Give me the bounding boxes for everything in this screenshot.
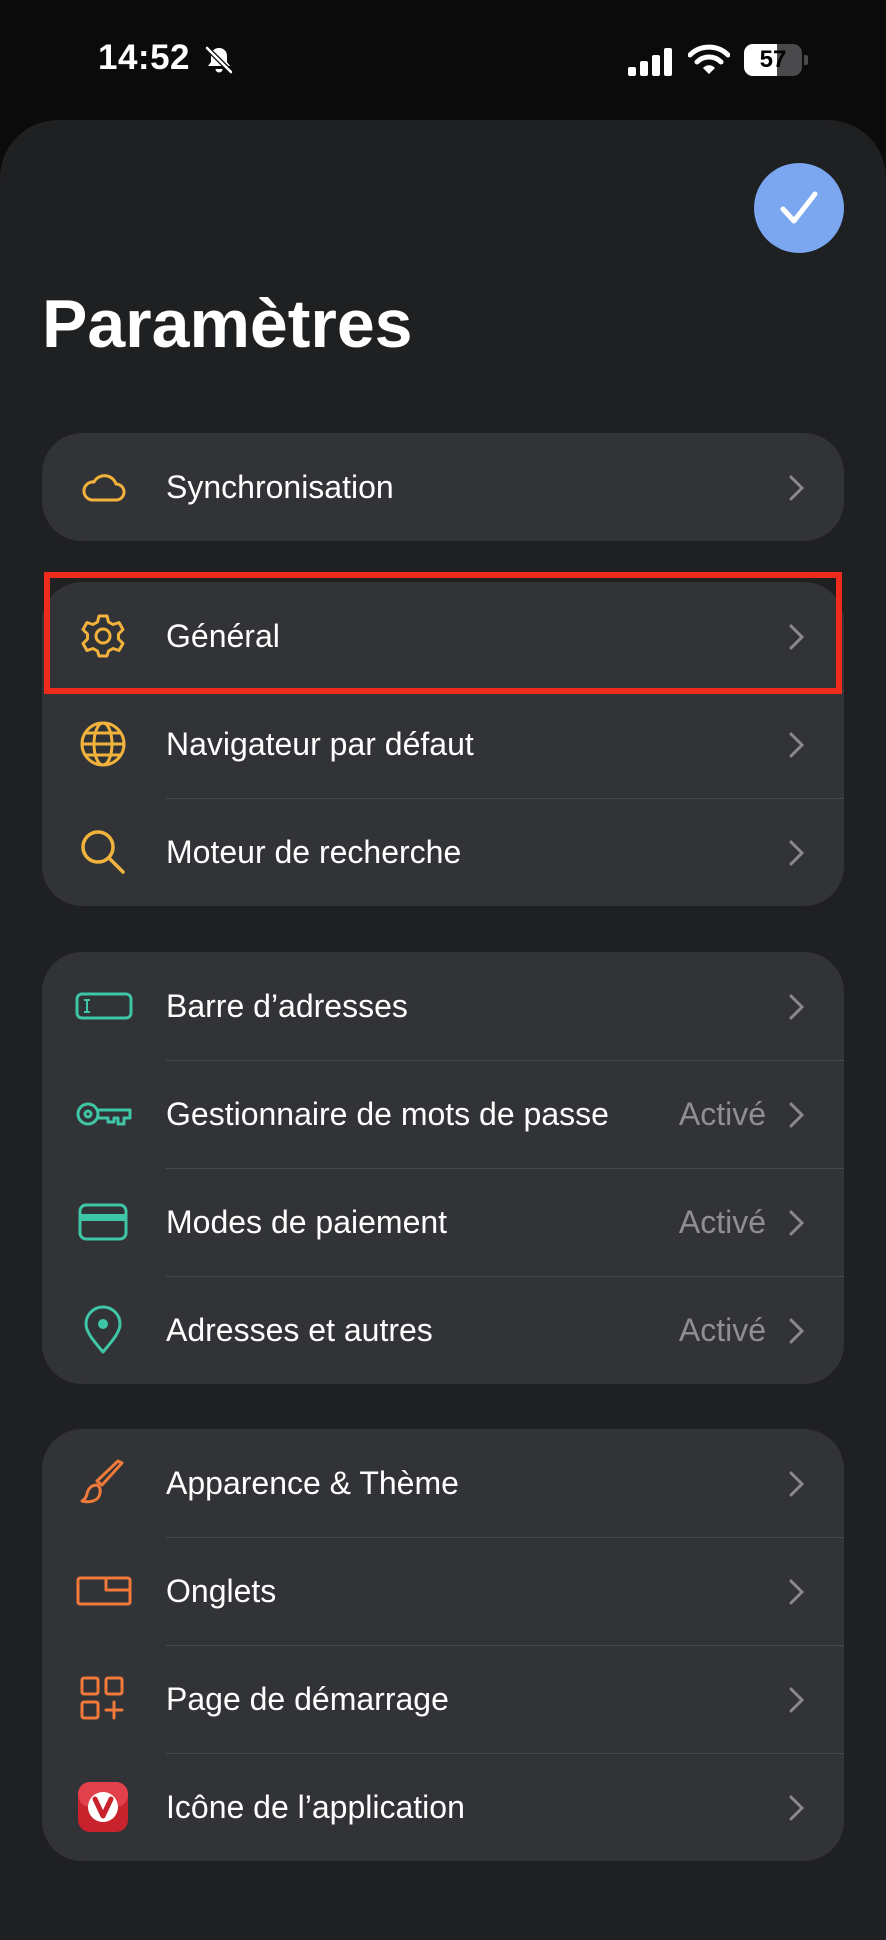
settings-group-appearance: Apparence & Thème Onglets Page de démarr… (42, 1429, 844, 1861)
settings-item-app-icon[interactable]: Icône de l’application (42, 1753, 844, 1861)
battery-indicator: 57 (744, 44, 808, 76)
settings-item-value: Activé (678, 1095, 766, 1132)
paintbrush-icon (80, 1459, 124, 1504)
settings-item-appearance-theme[interactable]: Apparence & Thème (42, 1429, 844, 1537)
settings-group-sync: Synchronisation (42, 433, 844, 541)
chevron-right-icon (789, 1102, 805, 1128)
search-icon (81, 830, 125, 874)
cellular-signal-icon (628, 48, 672, 76)
settings-item-payment-methods[interactable]: Modes de paiement Activé (42, 1168, 844, 1276)
settings-item-general[interactable]: Général (42, 582, 844, 690)
chevron-right-icon (789, 1579, 805, 1605)
settings-item-label: Général (166, 617, 280, 654)
bell-muted-icon (205, 46, 233, 74)
chevron-right-icon (789, 840, 805, 866)
settings-group-general: Général Navigateur par défaut Moteur de … (42, 582, 844, 906)
key-icon (76, 1102, 132, 1126)
settings-item-value: Activé (678, 1203, 766, 1240)
settings-item-label: Onglets (166, 1572, 277, 1609)
settings-item-label: Barre d’adresses (166, 987, 408, 1024)
settings-item-default-browser[interactable]: Navigateur par défaut (42, 690, 844, 798)
settings-item-password-manager[interactable]: Gestionnaire de mots de passe Activé (42, 1060, 844, 1168)
settings-item-search-engine[interactable]: Moteur de recherche (42, 798, 844, 906)
settings-item-label: Modes de paiement (166, 1203, 448, 1240)
chevron-right-icon (789, 1210, 805, 1236)
chevron-right-icon (789, 1318, 805, 1344)
settings-item-start-page[interactable]: Page de démarrage (42, 1645, 844, 1753)
chevron-right-icon (789, 624, 805, 650)
status-time: 14:52 (98, 38, 191, 77)
settings-item-label: Adresses et autres (166, 1311, 433, 1348)
credit-card-icon (78, 1203, 128, 1241)
globe-icon (80, 721, 126, 767)
chevron-right-icon (789, 1687, 805, 1713)
page-title: Paramètres (42, 286, 413, 362)
chevron-right-icon (789, 1795, 805, 1821)
settings-item-label: Icône de l’application (166, 1788, 465, 1825)
chevron-right-icon (789, 475, 805, 501)
settings-item-label: Synchronisation (166, 468, 394, 505)
settings-item-tabs[interactable]: Onglets (42, 1537, 844, 1645)
chevron-right-icon (789, 1471, 805, 1497)
settings-item-address-bar[interactable]: Barre d’adresses (42, 952, 844, 1060)
chevron-right-icon (789, 732, 805, 758)
settings-item-value: Activé (678, 1311, 766, 1348)
start-page-icon (80, 1676, 124, 1720)
gear-icon (81, 614, 125, 658)
settings-item-label: Gestionnaire de mots de passe (166, 1095, 609, 1132)
settings-group-autofill: Barre d’adresses Gestionnaire de mots de… (42, 952, 844, 1384)
settings-item-label: Moteur de recherche (166, 833, 462, 870)
settings-item-label: Page de démarrage (166, 1680, 449, 1717)
settings-item-label: Navigateur par défaut (166, 725, 474, 762)
done-button[interactable] (754, 163, 844, 253)
chevron-right-icon (789, 994, 805, 1020)
checkmark-icon (780, 191, 818, 224)
cloud-icon (82, 474, 126, 502)
settings-item-addresses[interactable]: Adresses et autres Activé (42, 1276, 844, 1384)
settings-item-label: Apparence & Thème (166, 1464, 459, 1501)
location-pin-icon (84, 1305, 122, 1354)
settings-item-synchronisation[interactable]: Synchronisation (42, 433, 844, 541)
tabs-icon (76, 1576, 132, 1606)
address-bar-icon (75, 992, 133, 1020)
battery-percentage: 57 (759, 46, 787, 73)
wifi-icon (688, 44, 730, 74)
vivaldi-app-icon (78, 1782, 128, 1832)
status-bar: 14:52 57 (0, 0, 886, 120)
